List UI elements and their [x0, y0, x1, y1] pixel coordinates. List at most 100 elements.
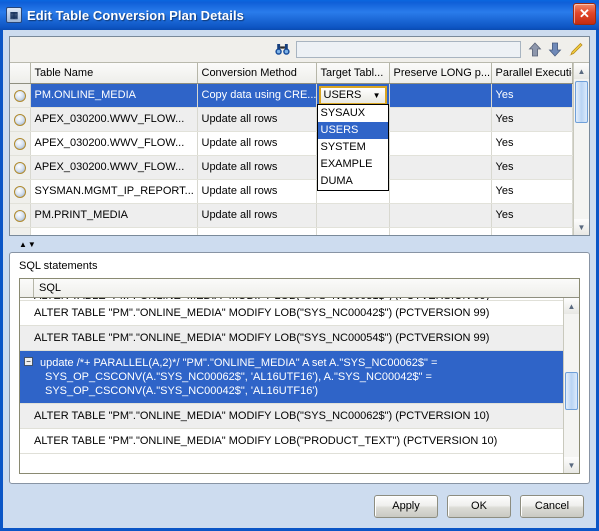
row-status-icon-cell	[10, 107, 31, 132]
table-row[interactable]: APEX_030200.WWV_FLOW... Update all rows …	[10, 107, 573, 132]
dropdown-option-example[interactable]: EXAMPLE	[318, 156, 388, 173]
target-tablespace-dropdown-list[interactable]: SYSAUX USERS SYSTEM EXAMPLE DUMA	[316, 103, 389, 191]
sql-statements-label: SQL statements	[19, 260, 98, 272]
sql-row[interactable]: ALTER TABLE "PM"."ONLINE_MEDIA" MODIFY L…	[20, 429, 563, 454]
cancel-button[interactable]: Cancel	[520, 494, 584, 518]
ok-button[interactable]: OK	[447, 494, 511, 518]
sql-line-3: SYS_OP_CSCONV(A."SYS_NC00042$", 'AL16UTF…	[45, 385, 319, 397]
table-row[interactable]: APEX_030200.WWV_FLOW... Update all rows …	[10, 155, 573, 180]
table-row[interactable]: PM.ONLINE_MEDIA Copy data using CRE... U…	[10, 83, 573, 191]
database-table-icon: ▦	[6, 7, 22, 23]
sql-table-body: ALTER TABLE "PM"."ONLINE_MEDIA" MODIFY L…	[20, 298, 579, 473]
collapse-icon[interactable]: −	[24, 357, 33, 366]
conversion-plan-table: Table Name Conversion Method Target Tabl…	[10, 63, 573, 235]
cell-conversion-method[interactable]: Copy data using CRE...	[197, 83, 317, 108]
cell-empty[interactable]	[30, 227, 198, 235]
cell-table-name[interactable]: PM.ONLINE_MEDIA	[30, 83, 198, 108]
cell-empty[interactable]	[491, 227, 573, 235]
chevron-down-icon[interactable]: ▼	[373, 91, 383, 100]
column-header-conversion-method[interactable]: Conversion Method	[197, 63, 317, 84]
cell-target-tablespace[interactable]	[316, 203, 390, 228]
clock-icon	[14, 114, 26, 127]
cell-conversion-method[interactable]: Update all rows	[197, 179, 317, 204]
dropdown-option-sysaux[interactable]: SYSAUX	[318, 105, 388, 122]
cell-conversion-method[interactable]: Update all rows	[197, 107, 317, 132]
scroll-up-button[interactable]: ▲	[574, 63, 589, 79]
cell-preserve-long[interactable]	[389, 107, 492, 132]
sql-scroll-track[interactable]	[564, 314, 579, 457]
conversion-plan-grid-panel: Table Name Conversion Method Target Tabl…	[9, 36, 590, 236]
cell-table-name[interactable]: APEX_030200.WWV_FLOW...	[30, 107, 198, 132]
cell-parallel-execution[interactable]: Yes	[491, 107, 573, 132]
cell-preserve-long[interactable]	[389, 131, 492, 156]
column-header-table-name[interactable]: Table Name	[30, 63, 198, 84]
sql-line-2: SYS_OP_CSCONV(A."SYS_NC00062$", 'AL16UTF…	[45, 371, 432, 383]
cell-target-tablespace[interactable]: USERS ▼ SYSAUX USERS SYSTEM EXAMPLE DUMA	[316, 83, 390, 191]
cell-table-name[interactable]: PM.PRINT_MEDIA	[30, 203, 198, 228]
cell-empty[interactable]	[389, 227, 492, 235]
search-field-wrapper[interactable]	[296, 41, 521, 60]
sql-scroll-up-button[interactable]: ▲	[564, 298, 579, 314]
table-row[interactable]: APEX_030200.WWV_FLOW... Update all rows …	[10, 131, 573, 156]
grid-scroll-area: Table Name Conversion Method Target Tabl…	[10, 63, 589, 235]
sql-row[interactable]: ALTER TABLE "PM"."ONLINE_MEDIA" MODIFY L…	[20, 301, 563, 326]
panel-splitter[interactable]: ▲ ▼	[9, 236, 590, 252]
apply-button[interactable]: Apply	[374, 494, 438, 518]
dropdown-option-users[interactable]: USERS	[317, 121, 388, 139]
cell-conversion-method[interactable]: Update all rows	[197, 203, 317, 228]
close-icon[interactable]: ✕	[573, 3, 596, 25]
cell-table-name[interactable]: SYSMAN.MGMT_IP_REPORT...	[30, 179, 198, 204]
cell-preserve-long[interactable]	[389, 203, 492, 228]
target-tablespace-combobox[interactable]: USERS ▼	[318, 85, 387, 105]
cell-preserve-long[interactable]	[389, 83, 492, 108]
collapse-down-icon[interactable]: ▼	[28, 240, 37, 249]
scroll-track[interactable]	[574, 79, 589, 219]
cell-parallel-execution[interactable]: Yes	[491, 203, 573, 228]
row-status-icon-cell	[10, 179, 31, 204]
row-status-icon-cell	[10, 227, 31, 235]
grid-vertical-scrollbar[interactable]: ▲ ▼	[573, 63, 589, 235]
sql-rows-container: ALTER TABLE "PM"."ONLINE_MEDIA" MODIFY L…	[20, 298, 563, 473]
clock-icon	[14, 162, 26, 175]
row-status-icon-cell	[10, 203, 31, 228]
table-body: PM.ONLINE_MEDIA Copy data using CRE... U…	[10, 83, 573, 235]
dropdown-option-duma[interactable]: DUMA	[318, 173, 388, 190]
cell-parallel-execution[interactable]: Yes	[491, 155, 573, 180]
clock-icon	[14, 210, 26, 223]
sql-row[interactable]: ALTER TABLE "PM"."ONLINE_MEDIA" MODIFY L…	[20, 326, 563, 351]
scroll-down-button[interactable]: ▼	[574, 219, 589, 235]
collapse-up-icon[interactable]: ▲	[19, 240, 28, 249]
sql-row-selected[interactable]: − update /*+ PARALLEL(A,2)*/ "PM"."ONLIN…	[20, 351, 563, 404]
sql-scroll-down-button[interactable]: ▼	[564, 457, 579, 473]
title-bar: ▦ Edit Table Conversion Plan Details ✕	[0, 0, 599, 30]
cell-table-name[interactable]: APEX_030200.WWV_FLOW...	[30, 155, 198, 180]
pencil-icon[interactable]	[565, 40, 585, 60]
sql-scroll-thumb[interactable]	[565, 372, 578, 410]
table-row[interactable]: PM.PRINT_MEDIA Update all rows Yes	[10, 203, 573, 228]
sql-row[interactable]: ALTER TABLE "PM"."ONLINE_MEDIA" MODIFY L…	[20, 404, 563, 429]
cell-conversion-method[interactable]: Update all rows	[197, 155, 317, 180]
sql-vertical-scrollbar[interactable]: ▲ ▼	[563, 298, 579, 473]
column-header-parallel-execution[interactable]: Parallel Execution	[491, 63, 573, 84]
cell-preserve-long[interactable]	[389, 179, 492, 204]
grid-toolbar	[10, 37, 589, 63]
table-row[interactable]: SYSMAN.MGMT_IP_REPORT... Update all rows…	[10, 179, 573, 204]
scroll-thumb[interactable]	[575, 81, 588, 123]
cell-parallel-execution[interactable]: Yes	[491, 83, 573, 108]
cell-preserve-long[interactable]	[389, 155, 492, 180]
search-input[interactable]	[297, 44, 520, 60]
cell-parallel-execution[interactable]: Yes	[491, 131, 573, 156]
binoculars-icon[interactable]	[272, 40, 292, 60]
table-row-empty[interactable]	[10, 227, 573, 235]
cell-table-name[interactable]: APEX_030200.WWV_FLOW...	[30, 131, 198, 156]
arrow-down-icon[interactable]	[545, 40, 565, 60]
clock-icon	[14, 90, 26, 103]
cell-conversion-method[interactable]: Update all rows	[197, 131, 317, 156]
arrow-up-icon[interactable]	[525, 40, 545, 60]
cell-empty[interactable]	[316, 227, 390, 235]
cell-parallel-execution[interactable]: Yes	[491, 179, 573, 204]
column-header-target-tablespace[interactable]: Target Tabl...	[316, 63, 390, 84]
column-header-preserve-long[interactable]: Preserve LONG p...	[389, 63, 492, 84]
cell-empty[interactable]	[197, 227, 317, 235]
dropdown-option-system[interactable]: SYSTEM	[318, 139, 388, 156]
